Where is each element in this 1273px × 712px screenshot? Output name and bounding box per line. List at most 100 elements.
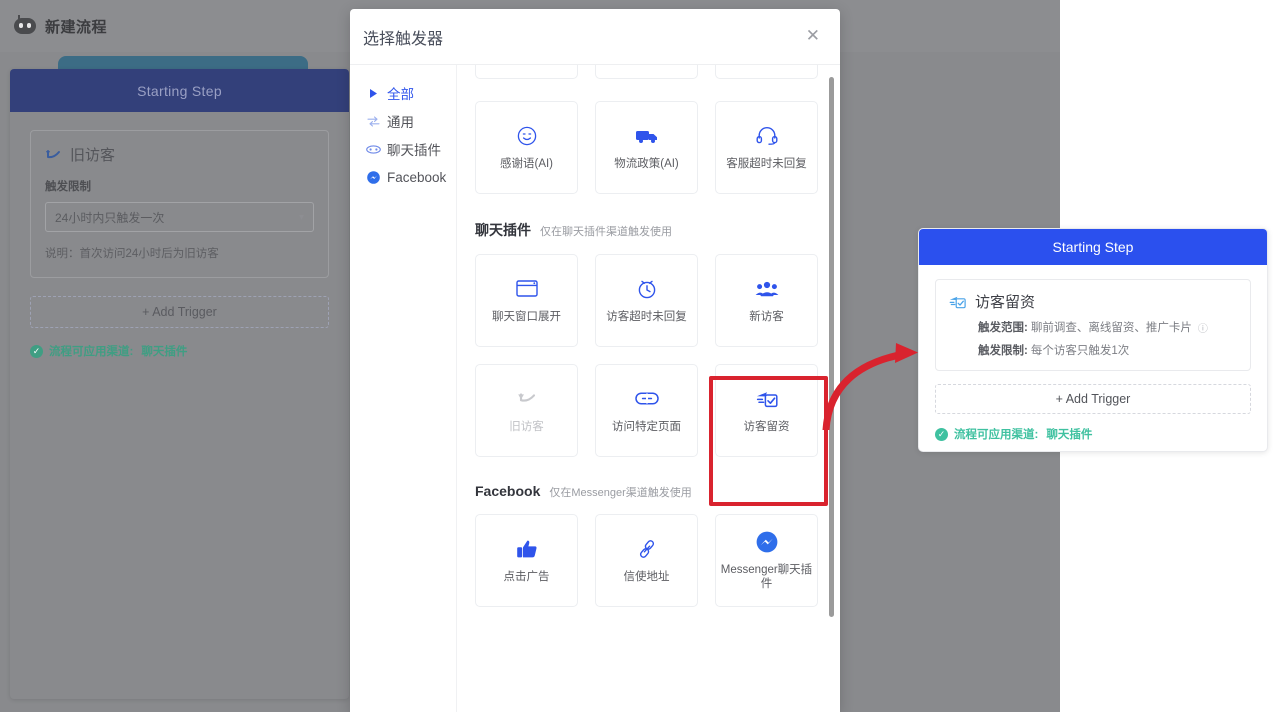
preview-header: Starting Step — [919, 229, 1267, 265]
trigger-limit-label: 触发限制 — [45, 181, 91, 193]
nav-label: Facebook — [387, 169, 447, 185]
dialog-category-nav: 全部 通用 聊天插件 Facebook — [350, 65, 457, 712]
channel-status-text: 流程可应用渠道: 聊天插件 — [49, 343, 187, 359]
preview-add-trigger-button[interactable]: + Add Trigger — [935, 384, 1251, 414]
card-label: 访问特定页面 — [612, 420, 681, 433]
section-header-facebook: Facebook 仅在Messenger渠道触发使用 — [475, 483, 818, 500]
nav-item-facebook[interactable]: Facebook — [366, 163, 456, 191]
people-icon — [755, 277, 779, 301]
check-circle-icon: ✓ — [935, 427, 948, 441]
nav-item-all[interactable]: 全部 — [366, 79, 456, 107]
preview-scope-key: 触发范围: — [978, 322, 1028, 334]
preview-channel-text: 流程可应用渠道: 聊天插件 — [954, 426, 1092, 442]
play-triangle-icon — [366, 88, 381, 98]
preview-step-card: Starting Step 访客留资 触发范围: 聊前调查、离线留资、推广卡片 … — [918, 228, 1268, 452]
close-icon[interactable]: ✕ — [806, 28, 820, 45]
trigger-card-chat-window-open[interactable]: 聊天窗口展开 — [475, 254, 578, 347]
chat-plugin-card-grid: 聊天窗口展开 访客超时未回复 新访客 旧访客 访问特定页面 访客留资 — [475, 254, 818, 457]
card-label: 旧访客 — [509, 420, 544, 433]
trigger-card-visitor-leave-info[interactable]: 访客留资 — [715, 364, 818, 457]
preview-trigger-title-row: 访客留资 — [949, 291, 1237, 312]
card-label: Messenger聊天插件 — [720, 563, 813, 590]
headset-icon — [756, 124, 778, 148]
trigger-title-row: 旧访客 — [45, 144, 314, 165]
section-subtitle: 仅在聊天插件渠道触发使用 — [540, 226, 672, 238]
trigger-description: 说明：首次访问24小时后为旧访客 — [45, 248, 219, 260]
card-label: 感谢语(AI) — [499, 157, 554, 170]
window-icon — [515, 277, 538, 301]
top-card-grid: 感谢语(AI) 物流政策(AI) 客服超时未回复 — [475, 101, 818, 194]
robot-icon — [14, 15, 36, 37]
vertical-scrollbar[interactable] — [829, 77, 834, 617]
channel-label: 流程可应用渠道: — [49, 346, 134, 358]
section-subtitle: 仅在Messenger渠道触发使用 — [549, 487, 692, 499]
section-title: 聊天插件 — [475, 222, 531, 238]
trigger-card-click-ad[interactable]: 点击广告 — [475, 514, 578, 607]
screen-root: 新建流程 Starting Step 旧访客 触发限制 24小时内只触发一次 ▾… — [0, 0, 1273, 712]
card-label: 客服超时未回复 — [726, 157, 807, 170]
card-label: 聊天窗口展开 — [492, 310, 561, 323]
send-check-icon — [949, 295, 966, 309]
flow-step-header: Starting Step — [10, 69, 349, 112]
select-trigger-dialog: 选择触发器 ✕ 全部 通用 聊天插件 Facebook 感谢语(AI) 物流政策… — [350, 9, 840, 712]
channel-status-row: ✓ 流程可应用渠道: 聊天插件 — [30, 343, 329, 359]
partial-card — [595, 65, 698, 79]
link-icon — [634, 387, 659, 411]
send-check-icon — [756, 387, 778, 411]
preview-scope-value: 聊前调查、离线留资、推广卡片 — [1030, 322, 1192, 334]
preview-channel-label: 流程可应用渠道: — [954, 429, 1039, 441]
channel-value: 聊天插件 — [141, 346, 188, 358]
card-label: 新访客 — [749, 310, 784, 323]
trigger-card-visitor-timeout[interactable]: 访客超时未回复 — [595, 254, 698, 347]
preview-channel-value: 聊天插件 — [1046, 429, 1093, 441]
link-chain-icon — [637, 537, 657, 561]
trigger-card-new-visitor[interactable]: 新访客 — [715, 254, 818, 347]
alarm-clock-icon — [637, 277, 657, 301]
trigger-limit-value: 24小时内只触发一次 — [55, 210, 165, 225]
nav-label: 全部 — [387, 87, 414, 102]
preview-trigger-name: 访客留资 — [975, 294, 1036, 311]
card-label: 点击广告 — [503, 570, 550, 583]
add-trigger-button[interactable]: + Add Trigger — [30, 296, 329, 328]
exchange-icon — [366, 115, 381, 127]
truck-icon — [635, 124, 659, 148]
check-circle-icon: ✓ — [30, 344, 43, 358]
preview-scope-row: 触发范围: 聊前调查、离线留资、推广卡片 ⓘ — [949, 319, 1237, 335]
trigger-card-old-visitor: 旧访客 — [475, 364, 578, 457]
nav-label: 聊天插件 — [387, 143, 441, 158]
back-arrow-icon — [46, 150, 60, 159]
card-label: 访客留资 — [743, 420, 790, 433]
partial-card — [475, 65, 578, 79]
trigger-list-panel: 感谢语(AI) 物流政策(AI) 客服超时未回复 聊天插件 仅在聊天插件渠道触发… — [457, 65, 840, 712]
app-title: 新建流程 — [45, 18, 108, 36]
preview-trigger-box[interactable]: 访客留资 触发范围: 聊前调查、离线留资、推广卡片 ⓘ 触发限制: 每个访客只触… — [935, 279, 1251, 371]
nav-label: 通用 — [387, 115, 414, 130]
trigger-card-agent-timeout[interactable]: 客服超时未回复 — [715, 101, 818, 194]
trigger-card-thanks-ai[interactable]: 感谢语(AI) — [475, 101, 578, 194]
card-label: 信使地址 — [623, 570, 670, 583]
preview-limit-row: 触发限制: 每个访客只触发1次 — [949, 342, 1237, 358]
messenger-icon — [366, 170, 381, 184]
trigger-box[interactable]: 旧访客 触发限制 24小时内只触发一次 ▾ 说明：首次访问24小时后为旧访客 — [30, 130, 329, 278]
dialog-title: 选择触发器 — [363, 30, 444, 48]
card-label: 物流政策(AI) — [614, 157, 679, 170]
section-header-chat-plugin: 聊天插件 仅在聊天插件渠道触发使用 — [475, 220, 818, 240]
trigger-card-messenger-chat-plugin[interactable]: Messenger聊天插件 — [715, 514, 818, 607]
dialog-header: 选择触发器 ✕ — [350, 9, 840, 65]
smiley-icon — [517, 124, 537, 148]
preview-channel-row: ✓ 流程可应用渠道: 聊天插件 — [935, 426, 1251, 442]
trigger-limit-select[interactable]: 24小时内只触发一次 ▾ — [45, 202, 314, 232]
trigger-card-visit-specific-page[interactable]: 访问特定页面 — [595, 364, 698, 457]
trigger-card-logistics-ai[interactable]: 物流政策(AI) — [595, 101, 698, 194]
trigger-card-messenger-address[interactable]: 信使地址 — [595, 514, 698, 607]
nav-item-chat-widget[interactable]: 聊天插件 — [366, 135, 456, 163]
nav-item-general[interactable]: 通用 — [366, 107, 456, 135]
thumbs-up-icon — [516, 537, 538, 561]
partial-card — [715, 65, 818, 79]
help-circle-icon[interactable]: ⓘ — [1198, 320, 1208, 335]
trigger-name: 旧访客 — [70, 147, 116, 164]
section-title: Facebook — [475, 483, 541, 499]
chat-widget-icon — [366, 144, 381, 154]
preview-limit-key: 触发限制: — [978, 345, 1028, 357]
flow-step-card: Starting Step 旧访客 触发限制 24小时内只触发一次 ▾ 说明：首… — [10, 69, 349, 699]
